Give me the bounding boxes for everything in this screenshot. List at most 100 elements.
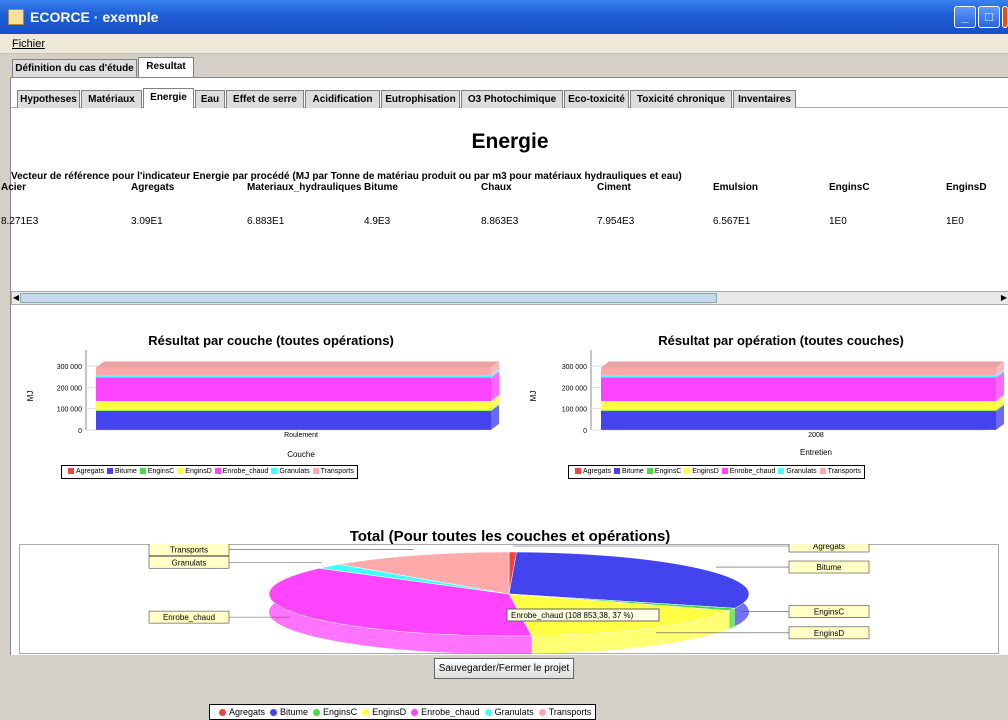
value-ciment: 7.954E3 bbox=[597, 216, 634, 227]
pie-legend-label-enrobe_chaud: Enrobe_chaud bbox=[421, 707, 480, 717]
tab-eco-toxicite[interactable]: Eco-toxicité bbox=[564, 90, 629, 108]
menu-bar: Fichier bbox=[0, 34, 1008, 54]
header-acier: Acier bbox=[1, 182, 26, 193]
tab-eutrophisation[interactable]: Eutrophisation bbox=[381, 90, 460, 108]
header-enginsd: EnginsD bbox=[946, 182, 987, 193]
main-tabs: Définition du cas d'étude Resultat bbox=[0, 55, 1008, 77]
pie-legend-swatch-enrobe_chaud bbox=[411, 709, 418, 716]
indicator-tabs: Hypotheses Matériaux Energie Eau Effet d… bbox=[11, 78, 1008, 108]
page-title: Energie bbox=[11, 130, 1008, 154]
value-materiaux-hydrauliques: 6.883E1 bbox=[247, 216, 284, 227]
y-tick-label: 200 000 bbox=[562, 385, 587, 392]
legend-swatch-enrobe_chaud bbox=[215, 468, 221, 474]
legend-label-transports: Transports bbox=[321, 468, 354, 475]
maximize-button[interactable]: □ bbox=[978, 6, 1000, 28]
pie-legend-swatch-enginsc bbox=[313, 709, 320, 716]
header-enginsc: EnginsC bbox=[829, 182, 870, 193]
pie-legend-swatch-enginsd bbox=[362, 709, 369, 716]
legend-swatch-bitume bbox=[614, 468, 620, 474]
bar-chart-couche: 300 000200 000100 0000MJ bbox=[11, 348, 511, 458]
tab-eau[interactable]: Eau bbox=[195, 90, 225, 108]
legend-swatch-transports bbox=[313, 468, 319, 474]
legend-label-enginsd: EnginsD bbox=[185, 468, 211, 475]
scroll-left-icon[interactable]: ◀ bbox=[12, 292, 20, 304]
header-ciment: Ciment bbox=[597, 182, 631, 193]
header-chaux: Chaux bbox=[481, 182, 512, 193]
legend-label-agregats: Agregats bbox=[583, 468, 611, 475]
legend-swatch-enginsd bbox=[177, 468, 183, 474]
y-axis-label: MJ bbox=[529, 391, 538, 402]
legend-swatch-enginsc bbox=[647, 468, 653, 474]
x-axis-label-couche: Couche bbox=[256, 450, 346, 459]
tab-acidification[interactable]: Acidification bbox=[305, 90, 380, 108]
tab-inventaires[interactable]: Inventaires bbox=[733, 90, 796, 108]
tab-definition[interactable]: Définition du cas d'étude bbox=[12, 59, 137, 77]
legend-swatch-agregats bbox=[68, 468, 74, 474]
value-acier: 8.271E3 bbox=[1, 216, 38, 227]
y-tick-label: 100 000 bbox=[562, 407, 587, 414]
pie-label-transports: Transports bbox=[170, 546, 208, 555]
value-enginsc: 1E0 bbox=[829, 216, 847, 227]
chart-title-couche: Résultat par couche (toutes opérations) bbox=[101, 333, 441, 348]
bar-segment-bitume bbox=[96, 411, 491, 430]
value-chaux: 8.863E3 bbox=[481, 216, 518, 227]
energie-content: Energie Vecteur de référence pour l'indi… bbox=[11, 108, 1008, 656]
legend-label-bitume: Bitume bbox=[622, 468, 644, 475]
close-button[interactable] bbox=[1002, 6, 1008, 28]
legend-label-bitume: Bitume bbox=[115, 468, 137, 475]
pie-label-enginsc: EnginsC bbox=[814, 608, 844, 617]
tab-resultat[interactable]: Resultat bbox=[138, 57, 194, 77]
title-bar: ECORCE · exemple _ □ bbox=[0, 0, 1008, 34]
scroll-right-icon[interactable]: ▶ bbox=[1000, 292, 1008, 304]
legend-label-enrobe_chaud: Enrobe_chaud bbox=[223, 468, 269, 475]
legend-swatch-agregats bbox=[575, 468, 581, 474]
minimize-button[interactable]: _ bbox=[954, 6, 976, 28]
tab-effet-de-serre[interactable]: Effet de serre bbox=[226, 90, 304, 108]
y-tick-label: 100 000 bbox=[57, 407, 82, 414]
bar-chart-operation: 300 000200 000100 0000MJ bbox=[516, 348, 1008, 458]
tab-hypotheses[interactable]: Hypotheses bbox=[17, 90, 80, 108]
pie-legend-swatch-agregats bbox=[219, 709, 226, 716]
pie-chart-title: Total (Pour toutes les couches et opérat… bbox=[11, 528, 1008, 545]
result-panel: Hypotheses Matériaux Energie Eau Effet d… bbox=[10, 77, 1008, 655]
value-enginsd: 1E0 bbox=[946, 216, 964, 227]
save-close-button[interactable]: Sauvegarder/Fermer le projet bbox=[434, 658, 574, 679]
pie-legend-swatch-granulats bbox=[485, 709, 492, 716]
bar-segment-transports bbox=[96, 367, 491, 375]
bar-segment-enginsc bbox=[96, 410, 491, 411]
legend-label-granulats: Granulats bbox=[786, 468, 816, 475]
horizontal-scrollbar[interactable]: ◀ ▶ bbox=[11, 291, 1008, 305]
tab-materiaux[interactable]: Matériaux bbox=[81, 90, 142, 108]
header-emulsion: Emulsion bbox=[713, 182, 758, 193]
pie-legend-label-enginsc: EnginsC bbox=[323, 707, 357, 717]
legend-couche: AgregatsBitumeEnginsCEnginsDEnrobe_chaud… bbox=[61, 465, 358, 479]
scroll-thumb[interactable] bbox=[20, 293, 717, 303]
pie-label-enrobe_chaud: Enrobe_chaud bbox=[163, 613, 215, 622]
tab-toxicite-chronique[interactable]: Toxicité chronique bbox=[630, 90, 732, 108]
legend-label-transports: Transports bbox=[828, 468, 861, 475]
legend-swatch-granulats bbox=[271, 468, 277, 474]
category-label-operation: 2008 bbox=[771, 432, 861, 439]
y-tick-label: 300 000 bbox=[57, 364, 82, 371]
tab-o3-photochimique[interactable]: O3 Photochimique bbox=[461, 90, 563, 108]
legend-swatch-transports bbox=[820, 468, 826, 474]
category-label-couche: Roulement bbox=[256, 432, 346, 439]
tab-energie[interactable]: Energie bbox=[143, 88, 194, 108]
value-bitume: 4.9E3 bbox=[364, 216, 390, 227]
legend-label-enginsc: EnginsC bbox=[148, 468, 174, 475]
y-tick-label: 200 000 bbox=[57, 385, 82, 392]
pie-legend-label-granulats: Granulats bbox=[495, 707, 534, 717]
pie-chart: AgregatsBitumeEnginsCEnginsDEnrobe_chaud… bbox=[19, 544, 999, 654]
legend-label-enrobe_chaud: Enrobe_chaud bbox=[730, 468, 776, 475]
window-title: ECORCE · exemple bbox=[30, 9, 158, 25]
pie-label-enginsd: EnginsD bbox=[814, 629, 844, 638]
menu-fichier[interactable]: Fichier bbox=[12, 38, 45, 50]
reference-vector-description: Vecteur de référence pour l'indicateur E… bbox=[11, 171, 682, 182]
legend-label-granulats: Granulats bbox=[279, 468, 309, 475]
y-tick-label: 0 bbox=[583, 428, 587, 435]
bar-segment-enrobe_chaud bbox=[601, 378, 996, 401]
bar-segment-enrobe_chaud bbox=[96, 378, 491, 401]
bar-segment-enginsc bbox=[601, 410, 996, 411]
legend-operation: AgregatsBitumeEnginsCEnginsDEnrobe_chaud… bbox=[568, 465, 865, 479]
legend-label-enginsd: EnginsD bbox=[692, 468, 718, 475]
